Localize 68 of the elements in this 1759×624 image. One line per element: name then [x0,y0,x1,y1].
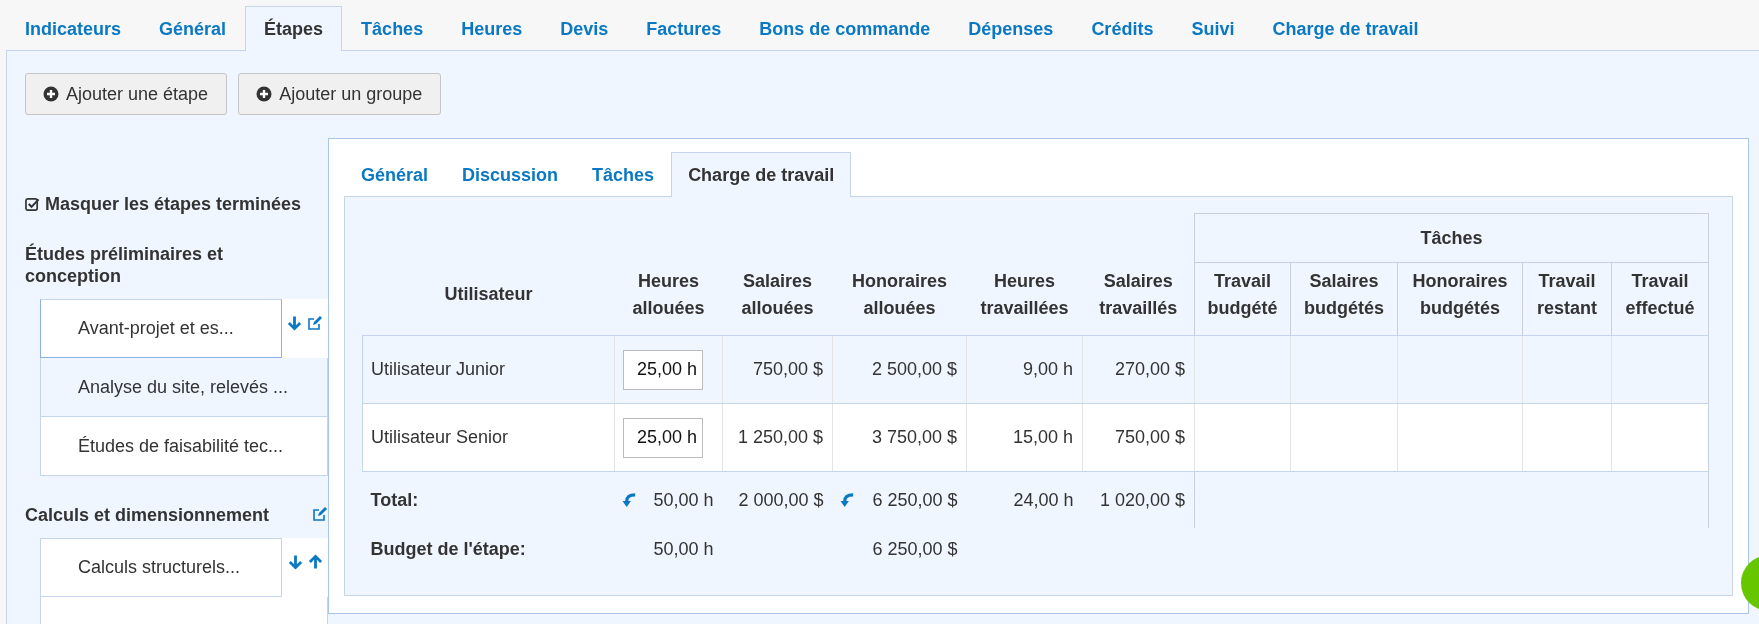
column-header: Travail effectué [1611,262,1709,336]
budget-value: 50,00 h [653,538,714,559]
phase-tab[interactable]: Discussion [445,152,576,197]
table-cell: 9,00 h [966,335,1083,404]
total-value: 6 250,00 $ [872,489,958,511]
table-cell: 15,00 h [966,403,1083,472]
group-title: Calculs et dimensionnement [25,504,271,526]
phase-item[interactable]: Calculs structurels... [40,538,282,597]
table-cell: 2 500,00 $ [832,335,967,404]
group-title: Études préliminaires et conception [25,243,225,287]
nav-tab[interactable]: Charge de travail [1253,6,1438,51]
column-header: Honoraires budgétés [1397,262,1523,336]
column-header: Travail budgété [1194,262,1291,336]
table-cell: 750,00 $ [1082,403,1195,472]
add-button[interactable]: Ajouter un groupe [238,73,442,115]
column-header: Salaires allouées [722,262,833,336]
column-header: Travail restant [1522,262,1612,336]
phase-item[interactable]: Avant-projet et es... [40,299,282,358]
nav-tab[interactable]: Heures [442,6,542,51]
nav-tab[interactable]: Dépenses [949,6,1073,51]
revert-icon[interactable] [621,492,637,508]
arrow-up-icon[interactable] [307,554,323,570]
total-value: 50,00 h [653,489,714,511]
column-header: Heures travaillées [966,262,1083,336]
nav-tab[interactable]: Indicateurs [6,6,141,51]
table-cell: Utilisateur Senior [362,403,615,472]
arrow-down-icon[interactable] [287,315,302,331]
revert-icon[interactable] [839,492,855,508]
checkbox-label[interactable]: Masquer les étapes terminées [45,194,302,215]
column-header: Salaires travaillés [1082,262,1195,336]
hours-input[interactable]: 25,00 h [623,349,703,390]
nav-tab[interactable]: Général [140,6,246,51]
add-button[interactable]: Ajouter une étape [25,73,228,115]
phase-item[interactable]: Études de faisabilité tec... [40,417,328,476]
hours-input[interactable]: 25,00 h [623,417,703,458]
nav-tab[interactable]: Crédits [1072,6,1173,51]
column-header: Honoraires allouées [832,262,967,336]
nav-tab[interactable]: Tâches [342,6,443,51]
table-cell: 1 250,00 $ [722,403,833,472]
edit-icon[interactable] [312,506,328,522]
total-value: 2 000,00 $ [738,489,824,511]
column-header: Heures allouées [614,262,723,336]
edit-icon[interactable] [307,315,323,331]
nav-tab[interactable]: Suivi [1172,6,1254,51]
column-group-header: Tâches [1194,213,1709,263]
total-label: Total: [362,471,615,528]
plus-circle-icon [43,86,59,102]
nav-tab[interactable]: Factures [627,6,741,51]
phase-tab[interactable]: Charge de travail [671,152,852,197]
column-header: Salaires budgétés [1290,262,1398,336]
checkbox-icon[interactable] [25,197,40,212]
table-cell: 270,00 $ [1082,335,1195,404]
budget-label: Budget de l'étape: [369,537,527,561]
table-cell: 750,00 $ [722,335,833,404]
total-value: 24,00 h [1013,489,1074,511]
phase-tab[interactable]: Tâches [575,152,672,197]
nav-tab[interactable]: Bons de commande [740,6,950,51]
arrow-down-icon[interactable] [287,554,303,570]
phase-tab[interactable]: Général [344,152,446,197]
budget-value: 6 250,00 $ [872,538,958,559]
nav-tab[interactable]: Devis [541,6,628,51]
plus-circle-icon [256,86,273,102]
nav-tab[interactable]: Étapes [245,6,343,51]
table-cell: Utilisateur Junior [362,335,615,404]
table-cell: 3 750,00 $ [832,403,967,472]
total-value: 1 020,00 $ [1100,489,1186,511]
phase-item[interactable]: Analyse du site, relevés ... [40,358,328,417]
column-header: Utilisateur [362,262,615,336]
